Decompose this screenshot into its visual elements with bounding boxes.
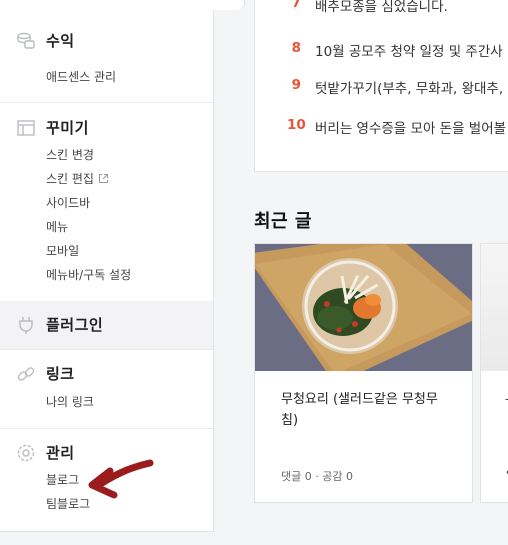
post-title: 무청요리 (샐러드같은 무청무침) [281,392,438,428]
popular-row[interactable]: 10 버리는 영수증을 모아 돈을 벌어볼 [287,117,506,137]
external-link-icon [98,173,109,184]
rank-number: 10 [287,117,306,133]
sidebar-item-label: 모바일 [46,244,80,258]
sidebar-item-label: 스킨 변경 [46,148,94,162]
sidebar-title-link: 링크 [46,365,75,383]
sidebar-item-adsense[interactable]: 애드센스 관리 [46,68,116,85]
sidebar-section-revenue: 수익 애드센스 관리 [0,18,213,98]
popular-post-title: 10월 공모주 청약 일정 및 주간사 [315,44,503,60]
sidebar-section-link: 링크 나의 링크 [0,350,213,426]
sidebar-section-decorate: 꾸미기 스킨 변경 스킨 편집 사이드바 메뉴 모바일 메뉴바/구독 설정 [0,103,213,295]
popular-row[interactable]: 9 텃밭가꾸기(부추, 무화과, 왕대추, [287,77,504,97]
sidebar-item-label: 블로그 [46,473,80,487]
rank-number: 9 [291,77,301,93]
sidebar-item-label: 나의 링크 [46,395,94,409]
sidebar-item-label: 사이드바 [46,196,91,210]
sidebar-head-link[interactable]: 링크 [16,363,75,384]
coins-icon [16,31,36,51]
sidebar-head-plugin: 플러그인 [16,314,103,335]
plug-icon [16,315,36,335]
sidebar-head-decorate[interactable]: 꾸미기 [16,117,89,138]
post-card[interactable]: 무청요리 (샐러드같은 무청무침) 댓글 0 · 공감 0 [254,243,473,503]
rank-number: 7 [291,0,301,11]
post-thumbnail-image [481,244,508,371]
sidebar-item-my-link[interactable]: 나의 링크 [46,393,94,410]
recent-posts-heading: 최근 글 [254,211,312,232]
sidebar-item-label: 메뉴 [46,220,69,234]
popular-row[interactable]: 7 배추모종을 심었습니다. [287,0,448,15]
admin-sidebar: 수익 애드센스 관리 꾸미기 스킨 변경 스킨 편집 사이드바 메뉴 모바일 메… [0,0,245,532]
sidebar-title-plugin: 플러그인 [46,316,104,334]
sidebar-item-menu[interactable]: 메뉴 [46,218,68,235]
sidebar-item-label: 메뉴바/구독 설정 [46,268,132,282]
sidebar-title-revenue: 수익 [46,32,75,50]
layout-icon [16,118,36,138]
post-meta: 댓글 0 · 공감 0 [281,470,353,483]
sidebar-item-blog[interactable]: 블로그 [46,471,79,488]
sidebar-head-manage[interactable]: 관리 [16,442,75,463]
post-card[interactable]: - • [480,243,508,503]
sidebar-section-plugin[interactable]: 플러그인 [0,301,213,349]
sidebar-item-sidebar[interactable]: 사이드바 [46,194,90,211]
sidebar-title-manage: 관리 [46,444,75,462]
sidebar-head-revenue[interactable]: 수익 [16,30,75,51]
popular-posts-card: 7 배추모종을 심었습니다. 8 10월 공모주 청약 일정 및 주간사 9 텃… [254,0,508,172]
sidebar-top-edge [0,0,245,10]
popular-post-title: 텃밭가꾸기(부추, 무화과, 왕대추, [315,81,504,97]
popular-row[interactable]: 8 10월 공모주 청약 일정 및 주간사 [287,40,503,60]
post-thumbnail-image [255,244,472,371]
sidebar-item-label: 스킨 편집 [46,172,94,186]
popular-post-title: 배추모종을 심었습니다. [315,0,448,15]
sidebar-item-skin-edit[interactable]: 스킨 편집 [46,170,109,187]
sidebar-title-decorate: 꾸미기 [46,119,89,137]
link-icon [16,364,36,384]
rank-number: 8 [291,40,301,56]
sidebar-item-label: 애드센스 관리 [46,70,117,84]
blog-admin-page: 수익 애드센스 관리 꾸미기 스킨 변경 스킨 편집 사이드바 메뉴 모바일 메… [0,0,508,545]
sidebar-item-menubar-subscribe[interactable]: 메뉴바/구독 설정 [46,266,131,283]
annotation-arrow-icon [88,459,154,499]
gear-icon [16,443,36,463]
popular-post-title: 버리는 영수증을 모아 돈을 벌어볼 [315,121,507,137]
sidebar-item-skin-change[interactable]: 스킨 변경 [46,146,94,163]
sidebar-item-mobile[interactable]: 모바일 [46,242,79,259]
